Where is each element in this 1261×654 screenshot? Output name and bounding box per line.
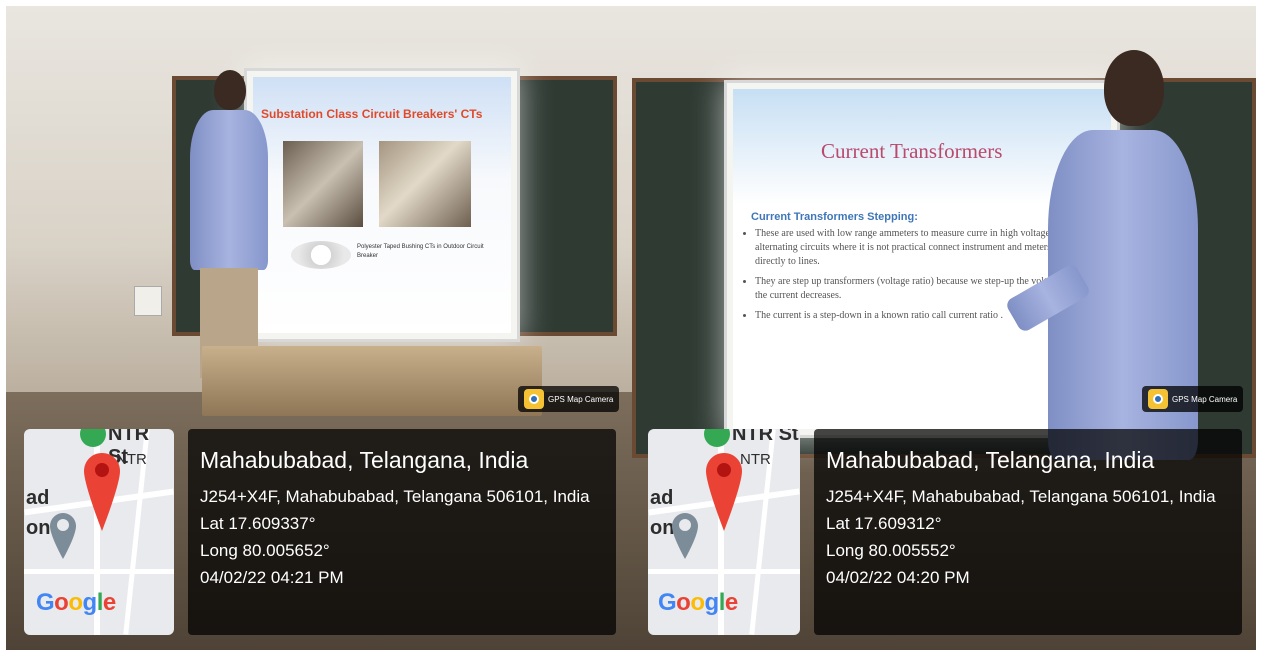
google-logo: Google [658, 589, 738, 616]
gps-camera-badge: GPS Map Camera [518, 386, 620, 412]
desk [202, 346, 542, 416]
camera-badge-label: GPS Map Camera [548, 394, 614, 404]
location-info-panel: Mahabubabad, Telangana, India J254+X4F, … [814, 429, 1242, 635]
camera-icon [524, 389, 544, 409]
secondary-pin-icon [672, 513, 698, 559]
map-label-left: ad [650, 487, 674, 509]
latitude: Lat 17.609312° [826, 514, 942, 533]
slide-title: Substation Class Circuit Breakers' CTs [261, 107, 483, 121]
google-logo: Google [36, 589, 116, 616]
slide-caption: Polyester Taped Bushing CTs in Outdoor C… [357, 244, 484, 259]
location-pin-icon [706, 453, 742, 531]
camera-icon [1148, 389, 1168, 409]
secondary-pin-icon [50, 513, 76, 559]
datetime: 04/02/22 04:21 PM [200, 568, 344, 587]
whatsapp-place-icon [80, 429, 106, 447]
address: J254+X4F, Mahabubabad, Telangana 506101,… [826, 487, 1216, 506]
camera-badge-label: GPS Map Camera [1172, 394, 1238, 404]
presenter [184, 70, 274, 378]
datetime: 04/02/22 04:20 PM [826, 568, 970, 587]
gps-camera-badge: GPS Map Camera [1142, 386, 1244, 412]
slide-photo-2 [379, 141, 471, 227]
map-label-ntr: NTR [740, 451, 771, 468]
longitude: Long 80.005552° [826, 541, 956, 560]
map-label-top: NTR St [732, 429, 799, 445]
map-label-left2: on [26, 517, 51, 539]
place-name: Mahabubabad, Telangana, India [826, 447, 1155, 473]
projector-screen: Substation Class Circuit Breakers' CTs P… [244, 68, 520, 342]
latitude: Lat 17.609337° [200, 514, 316, 533]
slide: Substation Class Circuit Breakers' CTs P… [253, 77, 511, 333]
location-info-panel: Mahabubabad, Telangana, India J254+X4F, … [188, 429, 616, 635]
place-name: Mahabubabad, Telangana, India [200, 447, 529, 473]
slide-subtitle: Current Transformers Stepping: [751, 211, 918, 223]
switch-board [134, 286, 162, 316]
location-pin-icon [84, 453, 120, 531]
slide-ct-image [291, 241, 351, 269]
map-thumbnail: NTR St NTR ad on Google [648, 429, 800, 635]
slide-photo-1 [283, 141, 363, 227]
longitude: Long 80.005652° [200, 541, 330, 560]
whatsapp-place-icon [704, 429, 730, 447]
map-label-left: ad [26, 487, 50, 509]
geotag-photo-left: Substation Class Circuit Breakers' CTs P… [6, 6, 632, 650]
map-label-left2: on [650, 517, 675, 539]
map-label-ntr: NTR [116, 451, 147, 468]
slide-title: Current Transformers [821, 139, 1003, 163]
map-thumbnail: NTR St NTR ad on Google [24, 429, 174, 635]
geotag-photo-right: Current Transformers Current Transformer… [632, 6, 1256, 650]
address: J254+X4F, Mahabubabad, Telangana 506101,… [200, 487, 590, 506]
